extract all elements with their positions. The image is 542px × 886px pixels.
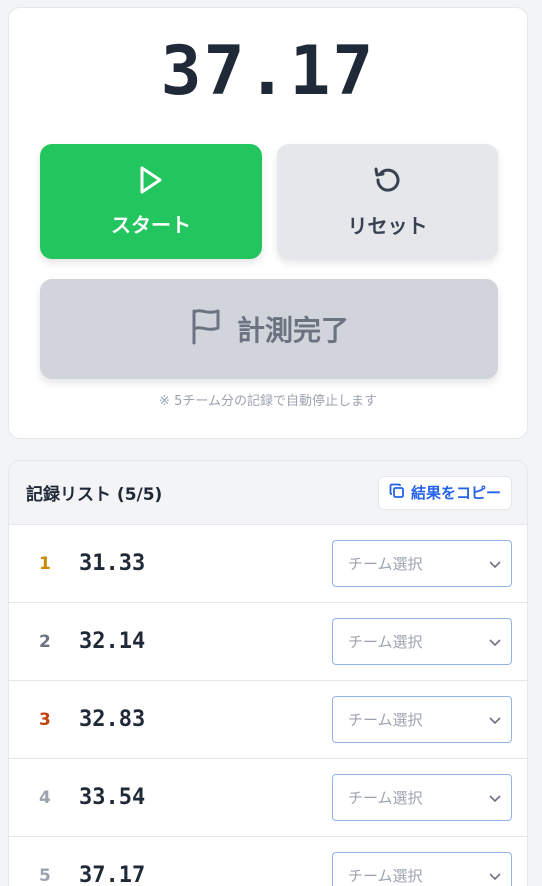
record-rank: 4 [39, 787, 51, 808]
start-button-label: スタート [111, 215, 191, 237]
record-rank: 1 [39, 553, 51, 574]
flag-icon [189, 307, 223, 352]
record-row: 3 32.83 チーム選択 [9, 681, 527, 759]
records-header: 記録リスト (5/5) 結果をコピー [9, 461, 527, 525]
team-select[interactable]: チーム選択 [332, 618, 512, 665]
copy-results-button[interactable]: 結果をコピー [377, 475, 512, 510]
team-select-placeholder: チーム選択 [348, 633, 423, 651]
team-select-placeholder: チーム選択 [348, 789, 423, 807]
team-select-placeholder: チーム選択 [348, 711, 423, 729]
records-list: 1 31.33 チーム選択 2 32.14 チーム選択 3 32.83 チーム選… [9, 525, 527, 886]
record-time: 31.33 [79, 551, 146, 576]
auto-stop-note: ※ 5チーム分の記録で自動停止します [159, 394, 377, 409]
record-time: 32.83 [79, 707, 146, 732]
team-select-placeholder: チーム選択 [348, 555, 423, 573]
team-select[interactable]: チーム選択 [332, 696, 512, 743]
team-select-placeholder: チーム選択 [348, 867, 423, 885]
chevron-down-icon [489, 789, 501, 807]
start-button[interactable]: スタート [40, 144, 262, 259]
time-display: 37.17 [160, 32, 376, 111]
record-rank: 5 [39, 865, 51, 886]
reset-button[interactable]: リセット [277, 144, 498, 259]
team-select[interactable]: チーム選択 [332, 540, 512, 587]
record-row: 2 32.14 チーム選択 [9, 603, 527, 681]
record-row: 1 31.33 チーム選択 [9, 525, 527, 603]
rotate-ccw-icon [372, 164, 404, 202]
record-time: 33.54 [79, 785, 146, 810]
chevron-down-icon [489, 711, 501, 729]
finish-button[interactable]: 計測完了 [40, 279, 498, 379]
reset-button-label: リセット [347, 216, 428, 238]
team-select[interactable]: チーム選択 [332, 774, 512, 821]
record-row: 5 37.17 チーム選択 [9, 837, 527, 886]
record-row: 4 33.54 チーム選択 [9, 759, 527, 837]
timer-card: 37.17 スタート リセット 計測完了 ※ 5チーム分の記録で自動停止します [8, 7, 528, 439]
records-card: 記録リスト (5/5) 結果をコピー 1 31.33 チーム選択 2 32.14 [8, 460, 528, 886]
record-time: 37.17 [79, 863, 146, 886]
record-rank: 2 [39, 631, 51, 652]
chevron-down-icon [489, 867, 501, 885]
copy-icon [389, 483, 405, 503]
finish-button-label: 計測完了 [236, 315, 349, 346]
team-select[interactable]: チーム選択 [332, 852, 512, 886]
play-icon [137, 165, 165, 201]
chevron-down-icon [489, 555, 501, 573]
chevron-down-icon [489, 633, 501, 651]
copy-results-label: 結果をコピー [410, 484, 501, 502]
record-time: 32.14 [79, 629, 146, 654]
record-rank: 3 [39, 709, 51, 730]
records-title: 記録リスト (5/5) [26, 485, 163, 505]
